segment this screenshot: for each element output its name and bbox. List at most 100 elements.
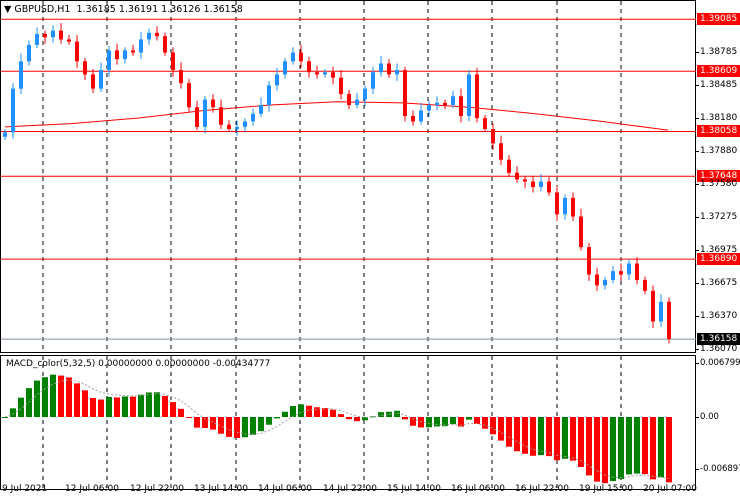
candle-body <box>619 271 623 275</box>
macd-histogram-bar <box>434 417 440 427</box>
candle-body <box>299 52 303 62</box>
macd-histogram-bar <box>634 417 640 474</box>
candle-body <box>75 41 79 62</box>
candle-body <box>243 121 247 127</box>
candle-body <box>83 61 87 75</box>
candle-body <box>507 159 511 173</box>
candle-body <box>139 39 143 53</box>
symbol-label: GBPUSD,H1 <box>14 4 71 15</box>
macd-histogram-bar <box>130 396 136 417</box>
candle-body <box>315 72 319 75</box>
candle-body <box>491 129 495 144</box>
candle-body <box>579 216 583 248</box>
axis-tick <box>696 52 699 53</box>
macd-histogram-bar <box>162 395 168 417</box>
candle-body <box>347 94 351 106</box>
candle-body <box>395 70 399 75</box>
macd-value-2: 0.00000000 <box>155 359 210 369</box>
candle-body <box>403 70 407 116</box>
candle-body <box>283 61 287 75</box>
macd-histogram-bar <box>274 417 280 419</box>
price-axis-label: 1.36070 <box>700 343 738 354</box>
open-value: 1.36185 <box>76 4 116 15</box>
macd-histogram-bar <box>570 417 576 461</box>
macd-histogram-bar <box>338 414 344 417</box>
candle-body <box>531 181 535 188</box>
macd-histogram-bar <box>146 392 152 417</box>
candle-body <box>227 124 231 130</box>
candle-body <box>155 32 159 37</box>
candle-body <box>595 274 599 286</box>
candle-body <box>67 39 71 42</box>
macd-histogram-bar <box>106 396 112 417</box>
price-axis-label: 1.36975 <box>700 244 738 255</box>
time-axis-label: 14 Jul 06:00 <box>258 484 312 494</box>
candle-body <box>571 197 575 217</box>
candle-body <box>179 70 183 84</box>
macd-histogram-bar <box>66 377 72 417</box>
candle-body <box>323 72 327 75</box>
price-axis-label: 1.38180 <box>700 113 738 124</box>
candle-body <box>339 77 343 95</box>
candle-body <box>291 52 295 62</box>
macd-histogram-bar <box>298 404 304 417</box>
macd-axis-label: 0.00 <box>700 412 719 422</box>
candle-body <box>107 50 111 71</box>
candle-body <box>115 50 119 60</box>
macd-histogram-bar <box>90 398 96 417</box>
macd-histogram-bar <box>626 417 632 475</box>
macd-histogram-bar <box>282 411 288 417</box>
macd-axis-label: 0.0067995 <box>700 358 740 368</box>
candle-body <box>411 115 415 122</box>
candle-body <box>515 172 519 180</box>
candle-body <box>27 44 31 62</box>
time-axis-label: 16 Jul 06:00 <box>451 484 505 494</box>
candle-body <box>635 263 639 280</box>
macd-histogram-bar <box>562 417 568 459</box>
macd-value-1: 0.00000000 <box>98 359 153 369</box>
candle-body <box>459 96 463 116</box>
candle-body <box>131 50 135 53</box>
candle-body <box>203 99 207 127</box>
time-axis-label: 16 Jul 22:00 <box>515 484 569 494</box>
macd-histogram-bar <box>618 417 624 480</box>
axis-tick <box>696 217 699 219</box>
candle-body <box>267 85 271 106</box>
macd-histogram-bar <box>50 374 56 417</box>
axis-tick <box>696 316 699 317</box>
macd-histogram-bar <box>178 408 184 417</box>
low-value: 1.36126 <box>161 4 201 15</box>
macd-histogram-bar <box>594 417 600 482</box>
candle-body <box>11 88 15 133</box>
macd-histogram-bar <box>98 399 104 417</box>
candle-body <box>91 74 95 89</box>
candle-body <box>475 74 479 119</box>
candle-body <box>587 247 591 275</box>
candle-body <box>219 107 223 125</box>
macd-histogram-bar <box>138 394 144 417</box>
price-axis-label: 1.38785 <box>700 47 738 57</box>
time-axis-label: 20 Jul 07:00 <box>643 484 697 494</box>
candle-body <box>195 107 199 127</box>
macd-histogram-bar <box>538 417 544 456</box>
collapse-icon[interactable]: ▼ <box>4 4 11 15</box>
candle-body <box>547 181 551 193</box>
macd-histogram-bar <box>250 417 256 435</box>
axis-tick <box>696 118 699 120</box>
candle-body <box>59 30 63 40</box>
macd-histogram-bar <box>26 388 32 417</box>
close-value: 1.36158 <box>203 4 243 15</box>
axis-tick <box>696 363 699 364</box>
time-axis-label: 19 Jul 15:00 <box>579 484 633 494</box>
candle-body <box>331 72 335 78</box>
macd-histogram-bar <box>34 380 40 417</box>
macd-histogram-bar <box>258 417 264 432</box>
level-price-tag: 1.38609 <box>697 65 740 78</box>
candle-body <box>187 83 191 108</box>
macd-histogram-bar <box>602 417 608 484</box>
price-axis-label: 1.36675 <box>700 277 738 288</box>
time-axis-label: 9 Jul 2021 <box>2 484 48 494</box>
candle-body <box>443 102 447 106</box>
macd-value-3: -0.00434777 <box>212 359 271 369</box>
axis-tick <box>696 469 699 470</box>
